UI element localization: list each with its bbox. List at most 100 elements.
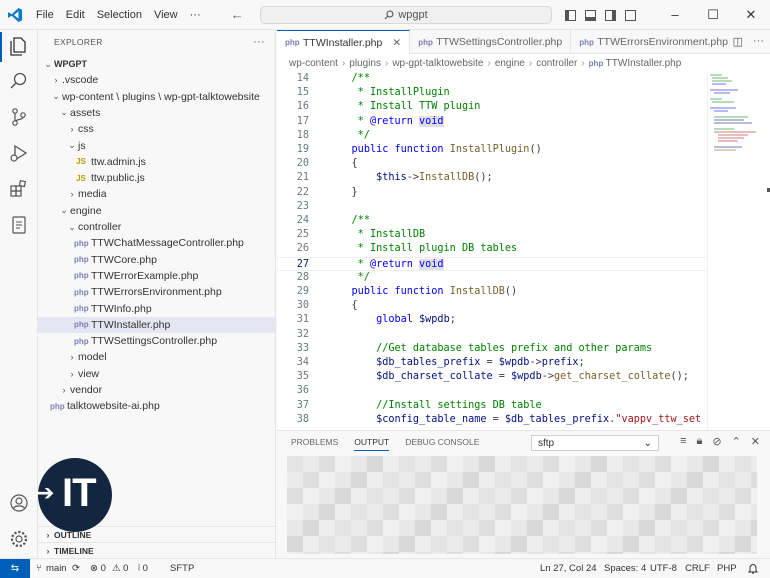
file-item[interactable]: php TTWErrorsEnvironment.php [38, 284, 275, 300]
breadcrumb-item[interactable]: wp-content [289, 58, 338, 69]
more-actions-icon[interactable]: ··· [753, 35, 764, 48]
code-line[interactable]: 28 */ [277, 271, 707, 285]
code-line[interactable]: 35 $db_charset_collate = $wpdb->get_char… [277, 370, 707, 384]
code-line[interactable]: 14 /** [277, 72, 707, 86]
folder-item[interactable]: ⌄ WPGPT [38, 56, 275, 72]
folder-item[interactable]: ⌄ assets [38, 105, 275, 121]
search-sidebar-icon[interactable] [8, 70, 30, 92]
code-line[interactable]: 36 [277, 384, 707, 398]
code-line[interactable]: 15 * InstallPlugin [277, 86, 707, 100]
tab-ttwerrorsenvironment[interactable]: php TTWErrorsEnvironment.php [571, 30, 736, 54]
clear-output-icon[interactable]: ⊘ [712, 435, 721, 448]
code-line[interactable]: 26 * Install plugin DB tables [277, 242, 707, 256]
code-line[interactable]: 27 * @return void [277, 256, 707, 271]
folder-item[interactable]: › model [38, 349, 275, 365]
code-line[interactable]: 22 } [277, 186, 707, 200]
file-item[interactable]: php TTWChatMessageController.php [38, 235, 275, 251]
code-line[interactable]: 34 $db_tables_prefix = $wpdb->prefix; [277, 356, 707, 370]
code-line[interactable]: 33 //Get database tables prefix and othe… [277, 342, 707, 356]
file-item[interactable]: php TTWInfo.php [38, 301, 275, 317]
warnings-count[interactable]: ⚠ 0 [112, 563, 128, 574]
close-panel-icon[interactable]: ✕ [751, 435, 760, 448]
file-item[interactable]: php TTWErrorExample.php [38, 268, 275, 284]
errors-count[interactable]: ⊗ 0 [90, 563, 106, 574]
tab-ttwinstaller[interactable]: php TTWInstaller.php ✕ [277, 30, 411, 54]
code-line[interactable]: 23 [277, 200, 707, 214]
run-debug-icon[interactable] [8, 142, 30, 164]
folder-item[interactable]: › vendor [38, 382, 275, 398]
extensions-icon[interactable] [8, 178, 30, 200]
menu-item-more[interactable]: ··· [184, 9, 207, 21]
menu-item-view[interactable]: View [148, 9, 184, 21]
code-line[interactable]: 32 [277, 328, 707, 342]
account-icon[interactable] [8, 492, 30, 514]
file-item[interactable]: php TTWSettingsController.php [38, 333, 275, 349]
back-button[interactable]: ← [231, 7, 244, 22]
code-line[interactable]: 30 { [277, 299, 707, 313]
tab-problems[interactable]: PROBLEMS [291, 437, 338, 447]
tab-debug-console[interactable]: DEBUG CONSOLE [405, 437, 479, 447]
toggle-secondary-sidebar-icon[interactable] [605, 9, 616, 21]
toggle-sidebar-icon[interactable] [565, 9, 576, 21]
code-line[interactable]: 16 * Install TTW plugin [277, 100, 707, 114]
remote-explorer-icon[interactable] [8, 214, 30, 236]
code-line[interactable]: 17 * @return void [277, 115, 707, 129]
maximize-button[interactable]: ☐ [694, 7, 732, 23]
source-control-icon[interactable] [8, 106, 30, 128]
folder-item[interactable]: › media [38, 186, 275, 202]
line-endings[interactable]: CRLF [685, 563, 710, 574]
file-item[interactable]: JS ttw.admin.js [38, 154, 275, 170]
code-line[interactable]: 29 public function InstallDB() [277, 285, 707, 299]
output-channel-select[interactable]: sftp ⌄ [531, 435, 659, 451]
tab-output[interactable]: OUTPUT [354, 437, 390, 451]
timeline-section[interactable]: › TIMELINE [38, 542, 275, 558]
breadcrumb-item[interactable]: controller [536, 58, 577, 69]
toggle-panel-icon[interactable] [585, 9, 596, 21]
split-editor-icon[interactable]: ◫ [733, 35, 743, 48]
notifications-bell-icon[interactable] [747, 563, 759, 577]
code-line[interactable]: 31 global $wpdb; [277, 313, 707, 327]
sftp-status[interactable]: SFTP [170, 563, 194, 574]
indentation[interactable]: Spaces: 4 [604, 563, 646, 574]
breadcrumb-item[interactable]: wp-gpt-talktowebsite [392, 58, 483, 69]
code-line[interactable]: 18 */ [277, 129, 707, 143]
folder-item[interactable]: ⌄ engine [38, 203, 275, 219]
file-item[interactable]: php TTWInstaller.php [38, 316, 275, 333]
code-line[interactable]: 20 { [277, 157, 707, 171]
code-line[interactable]: 37 //Install settings DB table [277, 399, 707, 413]
sync-icon[interactable]: ⟳ [72, 563, 80, 574]
menu-item-file[interactable]: File [30, 9, 60, 21]
code-editor[interactable]: 14 /** 15 * InstallPlugin 16 * Install TTW… [277, 72, 707, 430]
customize-layout-icon[interactable] [625, 9, 636, 21]
code-line[interactable]: 38 $config_table_name = $db_tables_prefi… [277, 413, 707, 427]
language-mode[interactable]: PHP [717, 563, 737, 574]
explorer-icon[interactable] [8, 35, 30, 57]
breadcrumb-item[interactable]: plugins [349, 58, 381, 69]
filter-lines-icon[interactable]: ≡ [680, 435, 686, 448]
menu-item-edit[interactable]: Edit [60, 9, 91, 21]
explorer-more-button[interactable]: ··· [253, 36, 265, 48]
code-line[interactable]: 24 /** [277, 214, 707, 228]
breadcrumb-item[interactable]: TTWInstaller.php [606, 58, 682, 69]
maximize-panel-icon[interactable]: ⌃ [732, 435, 741, 448]
code-line[interactable]: 19 public function InstallPlugin() [277, 143, 707, 157]
minimap[interactable] [707, 72, 770, 430]
folder-item[interactable]: ⌄ controller [38, 219, 275, 235]
folder-item[interactable]: › view [38, 366, 275, 382]
branch-name[interactable]: main [46, 563, 67, 574]
folder-item[interactable]: › css [38, 121, 275, 137]
remote-indicator[interactable]: ⇆ [0, 559, 30, 578]
breadcrumb-item[interactable]: engine [495, 58, 525, 69]
close-tab-icon[interactable]: ✕ [392, 37, 401, 49]
file-item[interactable]: JS ttw.public.js [38, 170, 275, 186]
minimize-button[interactable]: – [656, 7, 694, 23]
lock-scroll-icon[interactable]: 🔒︎ [696, 435, 702, 448]
command-center-search[interactable]: wpgpt [260, 6, 552, 24]
encoding[interactable]: UTF-8 [650, 563, 677, 574]
file-item[interactable]: php TTWCore.php [38, 252, 275, 268]
vscode-logo-icon[interactable] [0, 0, 30, 30]
folder-item[interactable]: › .vscode [38, 72, 275, 88]
code-line[interactable]: 21 $this->InstallDB(); [277, 171, 707, 185]
tab-ttwsettingscontroller[interactable]: php TTWSettingsController.php [410, 30, 572, 54]
menu-item-selection[interactable]: Selection [91, 9, 148, 21]
